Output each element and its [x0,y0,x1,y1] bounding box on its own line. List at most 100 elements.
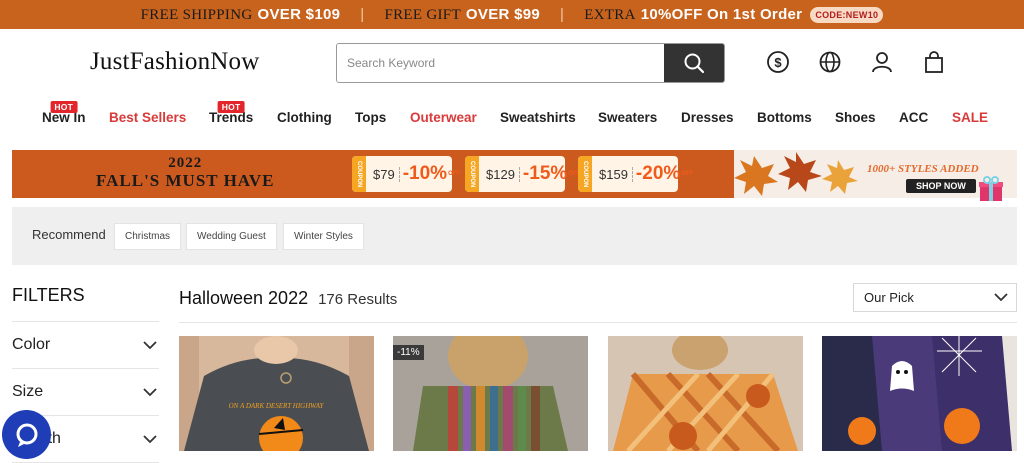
nav-item-label: Dresses [681,110,734,125]
search-button[interactable] [664,44,724,82]
maple-leaves-image [734,152,858,196]
product-card[interactable]: -11% [393,336,588,451]
chevron-down-icon [143,340,157,349]
banner-title: 2022 FALL'S MUST HAVE [96,154,275,190]
recommend-tag-christmas[interactable]: Christmas [114,223,182,250]
results-count: 176 Results [318,291,398,308]
nav-item-label: SALE [952,110,989,125]
filter-size[interactable]: Size [12,369,159,416]
promo-extra-off: EXTRA 10%OFF On 1st Order [584,6,802,24]
live-chat-button[interactable] [2,410,51,459]
nav-item-label: Bottoms [757,110,812,125]
nav-item-acc[interactable]: ACC [899,110,928,125]
nav-item-outerwear[interactable]: Outerwear [410,110,477,125]
header-actions: $ [765,49,947,75]
nav-item-label: Shoes [835,110,876,125]
nav-item-trends[interactable]: HOT Trends [209,101,253,125]
page-title: Halloween 2022 [179,288,309,308]
search-icon [684,53,705,74]
nav-item-label: ACC [899,110,929,125]
product-image [822,336,1017,451]
currency-button[interactable]: $ [765,49,791,75]
chevron-down-icon [143,434,157,443]
filter-label: Color [12,336,51,353]
nav-item-sweaters[interactable]: Sweaters [598,110,657,125]
site-header: JustFashionNow $ [0,29,1024,96]
promo-bar[interactable]: FREE SHIPPING OVER $109 | FREE GIFT OVER… [0,0,1024,29]
nav-item-clothing[interactable]: Clothing [277,110,332,125]
promo-free-gift: FREE GIFT OVER $99 [384,6,540,24]
recommend-bar: Recommend Christmas Wedding Guest Winter… [12,207,1017,265]
promo-banner[interactable]: 2022 FALL'S MUST HAVE COUPON $79 -10% OF… [12,150,1017,198]
product-image: ON A DARK DESERT HIGHWAY [179,336,374,451]
nav-item-shoes[interactable]: Shoes [835,110,876,125]
divider [179,322,1017,323]
nav-item-label: Outerwear [410,110,477,125]
coupon-card: COUPON $159 -20% OFF [578,156,693,192]
chevron-down-icon [994,293,1008,302]
promo-text: FREE GIFT [384,6,461,23]
product-card[interactable]: ON A DARK DESERT HIGHWAY [179,336,374,451]
language-button[interactable] [817,49,843,75]
nav-item-sale[interactable]: SALE [952,110,988,125]
coupon-tab: COUPON [465,156,479,192]
promo-text: EXTRA [584,6,636,23]
discount-badge: -11% [393,345,424,360]
nav-item-bottoms[interactable]: Bottoms [757,110,812,125]
recommend-tag-wedding-guest[interactable]: Wedding Guest [186,223,277,250]
filters-title: FILTERS [12,285,159,322]
coupon-card: COUPON $129 -15% OFF [465,156,580,192]
banner-styles-added: 1000+ STYLES ADDED [867,163,979,175]
recommend-label: Recommend [32,227,106,242]
promo-highlight: OVER $109 [257,5,341,23]
recommend-tag-winter-styles[interactable]: Winter Styles [283,223,364,250]
product-print-text: ON A DARK DESERT HIGHWAY [229,402,325,410]
nav-item-best-sellers[interactable]: Best Sellers [109,110,186,125]
svg-text:$: $ [774,55,782,70]
cart-button[interactable] [921,49,947,75]
currency-icon: $ [767,51,789,73]
coupon-threshold: $129 [486,166,520,182]
product-image [608,336,803,451]
bag-icon [925,51,943,73]
account-button[interactable] [869,49,895,75]
search-box [336,43,725,83]
coupon-off: OFF [448,170,461,177]
main-nav: HOT New In Best Sellers HOT Trends Cloth… [0,96,1024,151]
coupon-percent: -15% [522,163,568,184]
filter-color[interactable]: Color [12,322,159,369]
promo-highlight: OVER $99 [465,5,541,23]
banner-year: 2022 [168,155,203,171]
nav-item-dresses[interactable]: Dresses [681,110,734,125]
banner-leaves-panel: 1000+ STYLES ADDED SHOP NOW [734,150,1017,198]
shop-now-button[interactable]: SHOP NOW [906,179,976,193]
nav-item-label: Best Sellers [109,110,187,125]
coupon-tab: COUPON [578,156,592,192]
nav-item-new-in[interactable]: HOT New In [42,101,86,125]
promo-code-badge: CODE:NEW10 [810,6,884,23]
gift-box-icon [979,176,1003,201]
search-input[interactable] [337,44,664,82]
product-card[interactable] [608,336,803,451]
coupon-threshold: $159 [599,166,633,182]
promo-text: FREE SHIPPING [140,6,253,23]
filter-label: Size [12,383,44,400]
coupon-percent: -20% [635,163,681,184]
promo-separator: | [560,6,565,23]
nav-item-label: Tops [355,110,387,125]
nav-item-label: Clothing [277,110,332,125]
banner-headline: FALL'S MUST HAVE [96,171,275,190]
promo-highlight: 10%OFF On 1st Order [640,5,803,23]
coupon-tab: COUPON [352,156,366,192]
product-card[interactable] [822,336,1017,451]
nav-item-tops[interactable]: Tops [355,110,386,125]
nav-item-sweatshirts[interactable]: Sweatshirts [500,110,576,125]
sort-select[interactable]: Our Pick [853,283,1017,312]
chat-icon [16,423,37,447]
globe-icon [819,51,841,73]
coupon-off: OFF [681,170,694,177]
site-logo[interactable]: JustFashionNow [90,48,260,76]
coupon-threshold: $79 [373,166,400,182]
chevron-down-icon [143,387,157,396]
user-icon [872,52,892,73]
